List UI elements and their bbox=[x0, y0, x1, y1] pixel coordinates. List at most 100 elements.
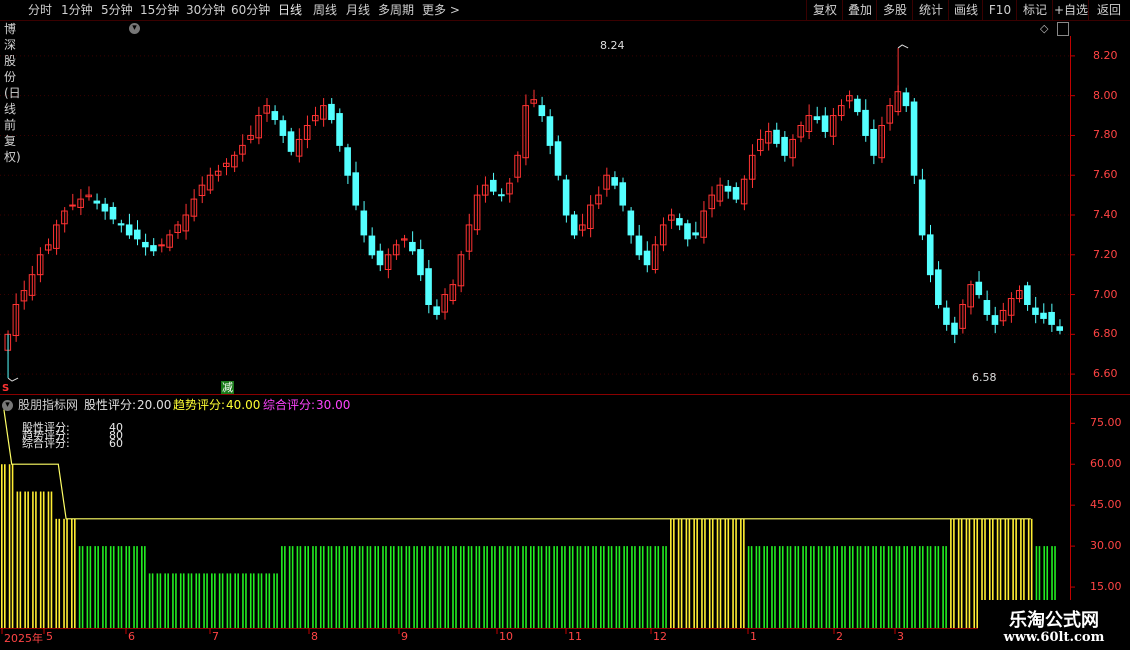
composite-score-bar bbox=[576, 546, 579, 628]
composite-score-bar bbox=[467, 546, 470, 628]
composite-score-bar bbox=[856, 546, 859, 628]
composite-score-bar bbox=[685, 518, 688, 628]
composite-score-bar bbox=[592, 546, 594, 628]
composite-score-bar bbox=[522, 546, 524, 628]
composite-score-bar bbox=[237, 573, 239, 628]
composite-score-bar bbox=[117, 546, 120, 628]
composite-score-bar bbox=[322, 546, 325, 628]
composite-score-bar bbox=[841, 546, 843, 628]
candle-body bbox=[93, 200, 101, 204]
composite-score-bar bbox=[973, 518, 976, 628]
composite-score-bar bbox=[719, 518, 722, 628]
composite-score-bar bbox=[802, 546, 804, 628]
composite-score-bar bbox=[234, 573, 236, 628]
composite-score-bar bbox=[11, 464, 14, 628]
composite-score-bar bbox=[452, 546, 454, 628]
composite-score-label: 综合评分: bbox=[263, 398, 316, 412]
indicator-dropdown-icon[interactable]: ▾ bbox=[2, 400, 13, 411]
composite-score-bar bbox=[603, 546, 605, 628]
time-axis-label: 2025年 bbox=[4, 632, 43, 645]
composite-score-bar bbox=[514, 546, 517, 628]
composite-score-bar bbox=[649, 546, 652, 628]
time-axis-label: 6 bbox=[128, 630, 135, 643]
composite-score-bar bbox=[346, 546, 348, 628]
candle-body bbox=[498, 194, 505, 197]
composite-score-bar bbox=[136, 546, 138, 628]
price-axis-label: 7.20 bbox=[1093, 247, 1118, 261]
price-axis-label: 7.40 bbox=[1093, 208, 1118, 221]
candle-body bbox=[271, 111, 279, 121]
composite-score-bar bbox=[968, 518, 971, 628]
chart-canvas[interactable] bbox=[0, 0, 1130, 650]
composite-score-bar bbox=[27, 491, 29, 628]
reduce-event-marker[interactable]: 减 bbox=[221, 381, 234, 394]
composite-score-bar bbox=[517, 546, 520, 628]
composite-score-bar bbox=[693, 518, 695, 628]
composite-score-bar bbox=[273, 573, 275, 628]
composite-score-bar bbox=[950, 518, 952, 628]
candle-body bbox=[133, 229, 141, 240]
composite-score-bar bbox=[957, 518, 960, 628]
indicator-name[interactable]: 股朋指标网 bbox=[18, 398, 78, 412]
composite-score-bar bbox=[530, 546, 532, 628]
composite-score-bar bbox=[501, 546, 504, 628]
candle-body bbox=[643, 250, 651, 266]
composite-score-bar bbox=[291, 546, 294, 628]
composite-score-bar bbox=[459, 546, 462, 628]
composite-score-bar bbox=[179, 573, 182, 628]
composite-score-bar bbox=[732, 518, 734, 628]
candle-body bbox=[142, 241, 149, 248]
composite-score-bar bbox=[587, 546, 590, 628]
candle-body bbox=[433, 306, 440, 315]
watermark-logo: 乐淘公式网 www.60lt.com bbox=[978, 600, 1130, 650]
candle-body bbox=[926, 234, 934, 276]
composite-score-bar bbox=[626, 546, 628, 628]
candle-body bbox=[1040, 312, 1047, 319]
composite-score-bar bbox=[78, 546, 81, 628]
composite-score-bar bbox=[284, 546, 286, 628]
composite-score-bar bbox=[641, 546, 644, 628]
time-axis-label: 1 bbox=[750, 630, 757, 643]
high-pointer bbox=[897, 44, 909, 49]
composite-score-bar bbox=[190, 573, 193, 628]
composite-score-bar bbox=[506, 546, 509, 628]
composite-score-bar bbox=[4, 464, 6, 628]
composite-score-bar bbox=[462, 546, 465, 628]
indicator-axis-label: 15.00 bbox=[1090, 580, 1122, 594]
composite-score-bar bbox=[63, 518, 65, 628]
candle-body bbox=[538, 105, 546, 117]
composite-score-bar bbox=[561, 546, 563, 628]
composite-score-bar bbox=[296, 546, 299, 628]
composite-score-bar bbox=[781, 546, 784, 628]
composite-score-bar bbox=[421, 546, 423, 628]
composite-score-bar bbox=[556, 546, 558, 628]
composite-score-bar bbox=[771, 546, 773, 628]
candle-body bbox=[344, 147, 351, 176]
composite-score-bar bbox=[455, 546, 457, 628]
composite-score-bar bbox=[708, 518, 711, 628]
composite-score-bar bbox=[774, 546, 776, 628]
composite-score-bar bbox=[366, 546, 369, 628]
composite-score-bar bbox=[631, 546, 633, 628]
candle-body bbox=[619, 182, 627, 206]
composite-score-bar bbox=[319, 546, 322, 628]
composite-score-bar bbox=[206, 573, 208, 628]
composite-score-bar bbox=[74, 518, 76, 628]
composite-score-bar bbox=[167, 573, 169, 628]
candle-body bbox=[425, 268, 432, 306]
candle-body bbox=[635, 235, 643, 256]
composite-score-bar bbox=[475, 546, 478, 628]
time-axis-label: 10 bbox=[499, 630, 513, 643]
composite-score-bar bbox=[195, 573, 198, 628]
composite-score-bar bbox=[929, 546, 932, 628]
composite-score-bar bbox=[763, 546, 765, 628]
composite-score-bar bbox=[926, 546, 929, 628]
candle-body bbox=[109, 206, 117, 220]
candle-body bbox=[870, 128, 877, 156]
composite-score-bar bbox=[740, 518, 742, 628]
composite-score-bar bbox=[615, 546, 618, 628]
composite-score-bar bbox=[211, 573, 213, 628]
composite-score-bar bbox=[260, 573, 263, 628]
composite-score-bar bbox=[97, 546, 99, 628]
candle-body bbox=[1056, 326, 1064, 331]
